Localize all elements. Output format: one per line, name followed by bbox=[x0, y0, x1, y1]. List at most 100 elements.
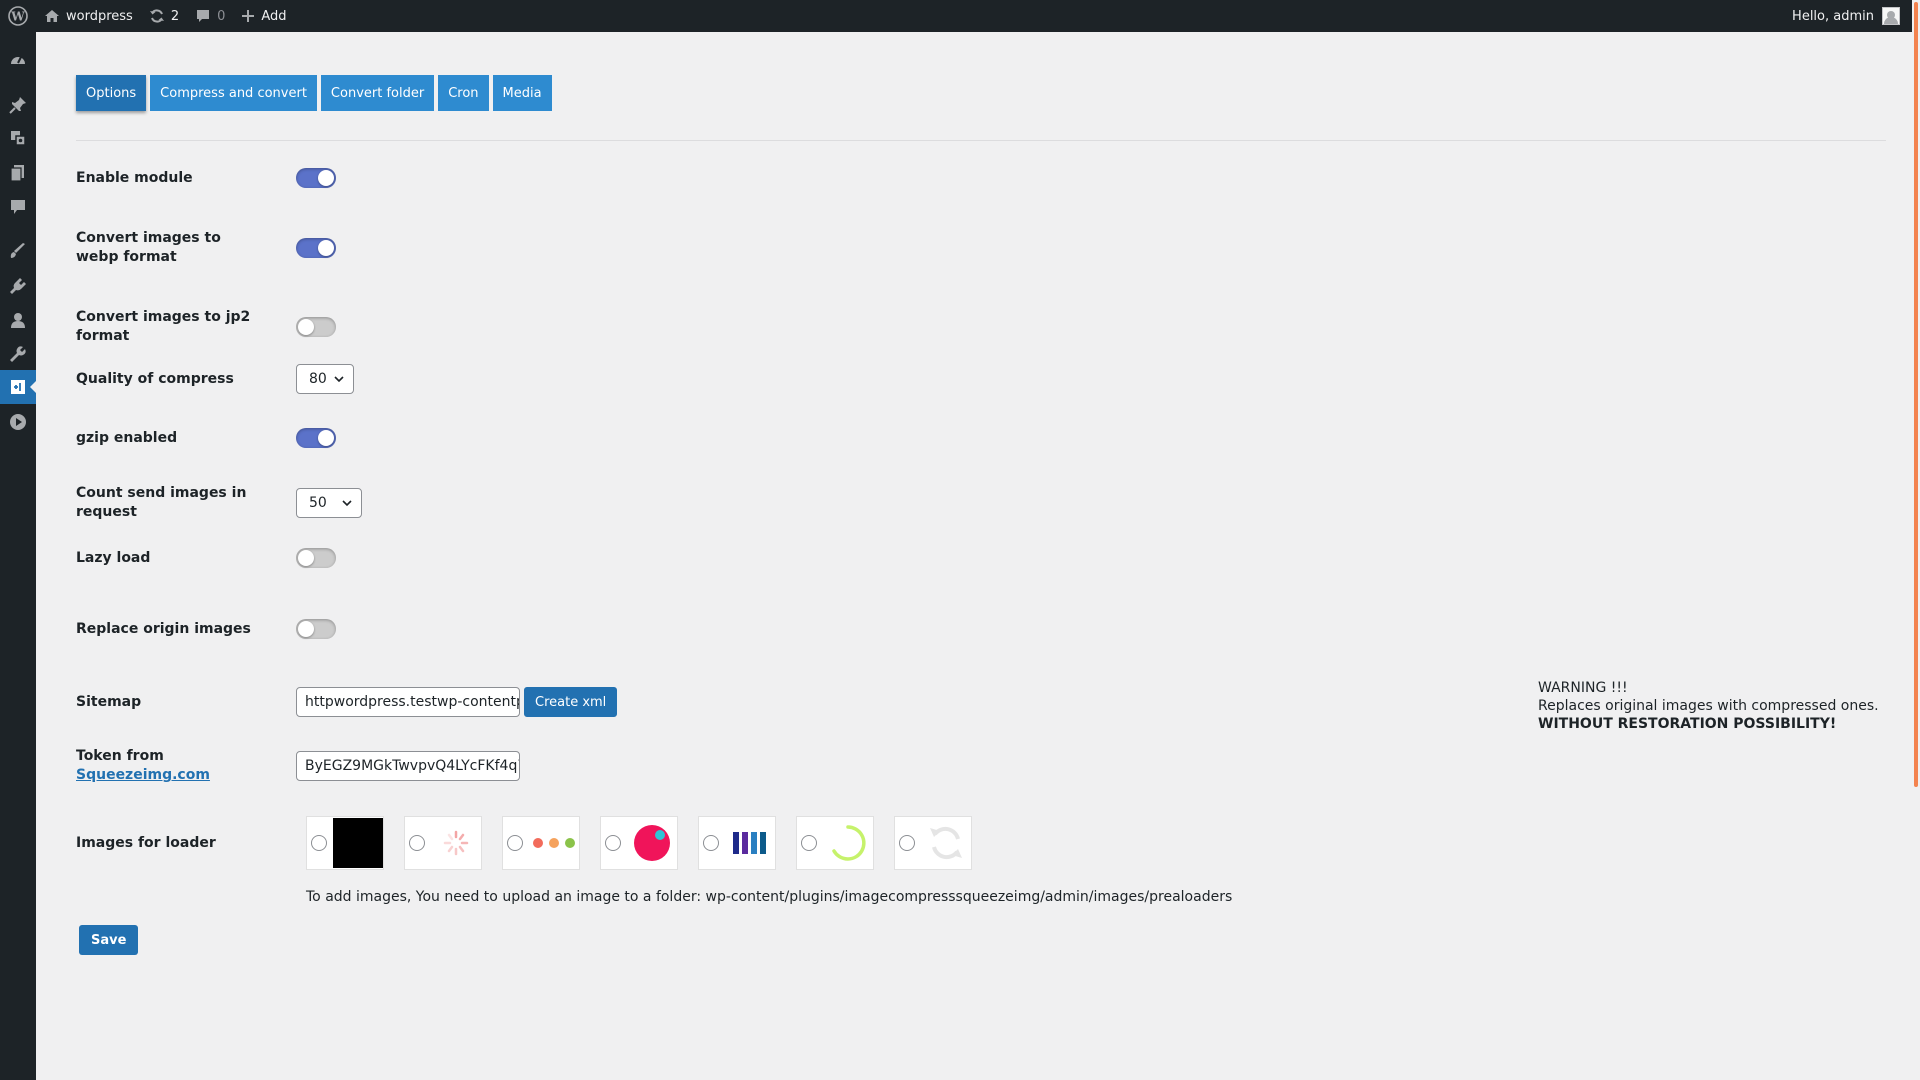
pages-icon[interactable] bbox=[8, 163, 28, 183]
greeting-label: Hello, admin bbox=[1792, 8, 1874, 24]
updates-icon bbox=[149, 8, 165, 24]
loader-radio[interactable] bbox=[507, 835, 523, 851]
replace-origin-label: Replace origin images bbox=[76, 620, 251, 637]
count-send-label: Count send images in request bbox=[76, 485, 247, 520]
convert-jp2-label: Convert images to jp2 format bbox=[76, 309, 251, 344]
setting-count-send: Count send images in request 50 bbox=[76, 484, 1886, 522]
sitemap-label: Sitemap bbox=[76, 693, 142, 710]
warning-emphasis: WITHOUT RESTORATION POSSIBILITY! bbox=[1538, 716, 1837, 732]
tab-bar: Options Compress and convert Convert fol… bbox=[76, 75, 1886, 111]
loader-radio[interactable] bbox=[409, 835, 425, 851]
tools-wrench-icon[interactable] bbox=[8, 344, 28, 364]
setting-replace-origin: Replace origin images bbox=[76, 619, 1886, 639]
sitemap-input[interactable]: httpwordpress.testwp-contentp bbox=[296, 687, 520, 717]
loader-option-dots[interactable] bbox=[502, 816, 580, 870]
wordpress-logo-icon[interactable]: W bbox=[0, 0, 36, 32]
setting-lazy-load: Lazy load bbox=[76, 548, 1886, 568]
admin-sidebar bbox=[0, 32, 36, 1080]
loader-label: Images for loader bbox=[76, 834, 216, 851]
loader-option-refresh[interactable] bbox=[894, 816, 972, 870]
warning-title: WARNING !!! bbox=[1538, 680, 1628, 696]
loader-radio[interactable] bbox=[899, 835, 915, 851]
tab-options[interactable]: Options bbox=[76, 75, 147, 111]
loader-options bbox=[306, 816, 972, 870]
save-button[interactable]: Save bbox=[79, 925, 139, 955]
site-name-link[interactable]: wordpress bbox=[36, 0, 141, 32]
dashboard-icon[interactable] bbox=[8, 50, 28, 70]
tab-compress-and-convert[interactable]: Compress and convert bbox=[150, 75, 317, 111]
token-input[interactable]: ByEGZ9MGkTwvpvQ4LYcFKf4q7l bbox=[296, 751, 520, 781]
chevron-down-icon bbox=[334, 376, 344, 383]
plugins-icon[interactable] bbox=[8, 276, 28, 296]
convert-jp2-toggle[interactable] bbox=[296, 317, 336, 337]
loader-option-bars[interactable] bbox=[698, 816, 776, 870]
setting-token: Token from Squeezeimg.com ByEGZ9MGkTwvpv… bbox=[76, 747, 1886, 785]
site-name-label: wordpress bbox=[66, 8, 133, 24]
loader-bars-image bbox=[725, 818, 775, 868]
convert-webp-toggle[interactable] bbox=[296, 238, 336, 258]
gzip-label: gzip enabled bbox=[76, 429, 178, 446]
setting-gzip: gzip enabled bbox=[76, 428, 1886, 448]
comments-link[interactable]: 0 bbox=[187, 0, 233, 32]
lazy-load-label: Lazy load bbox=[76, 549, 151, 566]
token-label-prefix: Token from bbox=[76, 748, 164, 764]
gzip-toggle[interactable] bbox=[296, 428, 336, 448]
appearance-icon[interactable] bbox=[8, 241, 28, 261]
comment-icon bbox=[195, 8, 211, 24]
loader-pink-circle-image bbox=[627, 818, 677, 868]
setting-loader-images: Images for loader bbox=[76, 816, 1886, 870]
media-icon[interactable] bbox=[8, 128, 28, 148]
convert-webp-label: Convert images to webp format bbox=[76, 230, 221, 265]
loader-refresh-image bbox=[921, 818, 971, 868]
tabs-divider bbox=[76, 140, 1886, 141]
add-new-link[interactable]: Add bbox=[233, 0, 294, 32]
enable-module-label: Enable module bbox=[76, 169, 193, 186]
loader-option-black[interactable] bbox=[306, 816, 384, 870]
loader-black-square-image bbox=[333, 818, 383, 868]
active-arrow-icon bbox=[30, 381, 36, 393]
create-xml-button[interactable]: Create xml bbox=[524, 687, 618, 717]
comments-icon[interactable] bbox=[8, 197, 28, 217]
enable-module-toggle[interactable] bbox=[296, 168, 336, 188]
media-play-icon[interactable] bbox=[8, 412, 28, 432]
avatar bbox=[1882, 7, 1900, 25]
tab-convert-folder[interactable]: Convert folder bbox=[320, 75, 435, 111]
replace-origin-toggle[interactable] bbox=[296, 619, 336, 639]
setting-enable-module: Enable module bbox=[76, 168, 1886, 188]
add-new-label: Add bbox=[261, 8, 287, 24]
my-account-link[interactable]: Hello, admin bbox=[1784, 0, 1920, 32]
loader-option-green-arc[interactable] bbox=[796, 816, 874, 870]
scrollbar-thumb[interactable] bbox=[1914, 2, 1918, 787]
tab-cron[interactable]: Cron bbox=[438, 75, 489, 111]
setting-convert-webp: Convert images to webp format bbox=[76, 229, 1886, 267]
quality-select[interactable]: 80 bbox=[296, 364, 354, 394]
plugin-settings-icon[interactable] bbox=[8, 377, 28, 397]
loader-dots-image bbox=[529, 818, 579, 868]
updates-count: 2 bbox=[170, 8, 180, 24]
loader-option-spinner[interactable] bbox=[404, 816, 482, 870]
quality-value: 80 bbox=[309, 371, 327, 387]
lazy-load-toggle[interactable] bbox=[296, 548, 336, 568]
loader-radio[interactable] bbox=[605, 835, 621, 851]
replace-warning: WARNING !!! Replaces original images wit… bbox=[1538, 679, 1879, 733]
loader-radio[interactable] bbox=[703, 835, 719, 851]
posts-pin-icon[interactable] bbox=[8, 95, 28, 115]
loader-option-pink-circle[interactable] bbox=[600, 816, 678, 870]
plugin-settings-page: Options Compress and convert Convert fol… bbox=[76, 75, 1886, 955]
loader-radio[interactable] bbox=[311, 835, 327, 851]
loader-green-arc-image bbox=[823, 818, 873, 868]
quality-label: Quality of compress bbox=[76, 370, 234, 387]
page-scrollbar[interactable] bbox=[1912, 0, 1920, 1080]
home-icon bbox=[44, 8, 60, 24]
chevron-down-icon bbox=[342, 500, 352, 507]
users-icon[interactable] bbox=[8, 310, 28, 330]
plus-icon bbox=[241, 9, 255, 23]
squeezeimg-link[interactable]: Squeezeimg.com bbox=[76, 767, 210, 783]
setting-convert-jp2: Convert images to jp2 format bbox=[76, 308, 1886, 346]
count-send-select[interactable]: 50 bbox=[296, 488, 362, 518]
tab-media[interactable]: Media bbox=[492, 75, 552, 111]
count-send-value: 50 bbox=[309, 495, 327, 511]
updates-link[interactable]: 2 bbox=[141, 0, 187, 32]
comments-count: 0 bbox=[217, 8, 226, 24]
loader-radio[interactable] bbox=[801, 835, 817, 851]
